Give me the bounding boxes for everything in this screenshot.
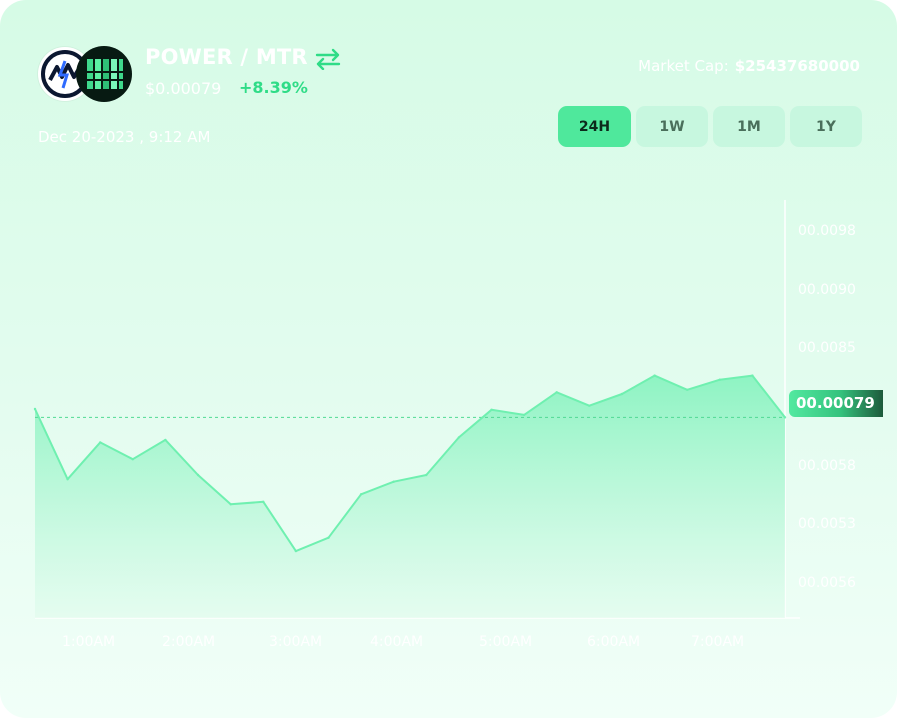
data-point: [653, 374, 656, 377]
y-tick-label: 00.0053: [798, 516, 856, 532]
price-chart: 00.0098 00.0090 00.0085 00.0058 00.0053 …: [33, 200, 856, 650]
data-point: [196, 473, 200, 477]
data-point: [229, 503, 232, 506]
chart-card: POWER / MTR $0.00079 +8.39% Dec 20-2023 …: [0, 0, 897, 718]
data-point: [164, 438, 167, 442]
data-point: [425, 473, 428, 477]
data-point: [359, 493, 363, 496]
data-point: [555, 391, 558, 394]
x-tick-label: 5:00AM: [479, 634, 532, 650]
y-tick-label: 00.0098: [798, 223, 856, 239]
x-tick-label: 6:00AM: [587, 634, 640, 650]
x-tick-label: 7:00AM: [691, 634, 744, 650]
data-point: [262, 500, 265, 503]
y-tick-label: 00.0056: [798, 575, 856, 591]
data-point: [294, 549, 298, 553]
data-point: [457, 436, 461, 439]
x-tick-label: 1:00AM: [62, 634, 115, 650]
data-point: [522, 413, 526, 417]
data-point: [392, 480, 395, 483]
data-point: [131, 458, 134, 461]
data-point: [327, 536, 330, 539]
data-point: [620, 392, 624, 396]
y-tick-label: 00.0058: [798, 458, 856, 474]
x-tick-label: 2:00AM: [162, 634, 215, 650]
data-point: [588, 404, 591, 407]
area-fill: [35, 375, 785, 618]
data-point: [783, 416, 787, 419]
data-point: [490, 408, 493, 411]
data-point: [718, 378, 721, 381]
data-point: [751, 374, 754, 377]
current-value-label: 00.00079: [796, 394, 875, 412]
y-tick-label: 00.0090: [798, 282, 856, 298]
data-point: [66, 478, 69, 481]
x-tick-label: 4:00AM: [370, 634, 423, 650]
y-tick-label: 00.0085: [798, 340, 856, 356]
data-point: [33, 407, 37, 411]
data-point: [686, 388, 689, 391]
x-tick-label: 3:00AM: [269, 634, 322, 650]
data-point: [99, 441, 102, 444]
